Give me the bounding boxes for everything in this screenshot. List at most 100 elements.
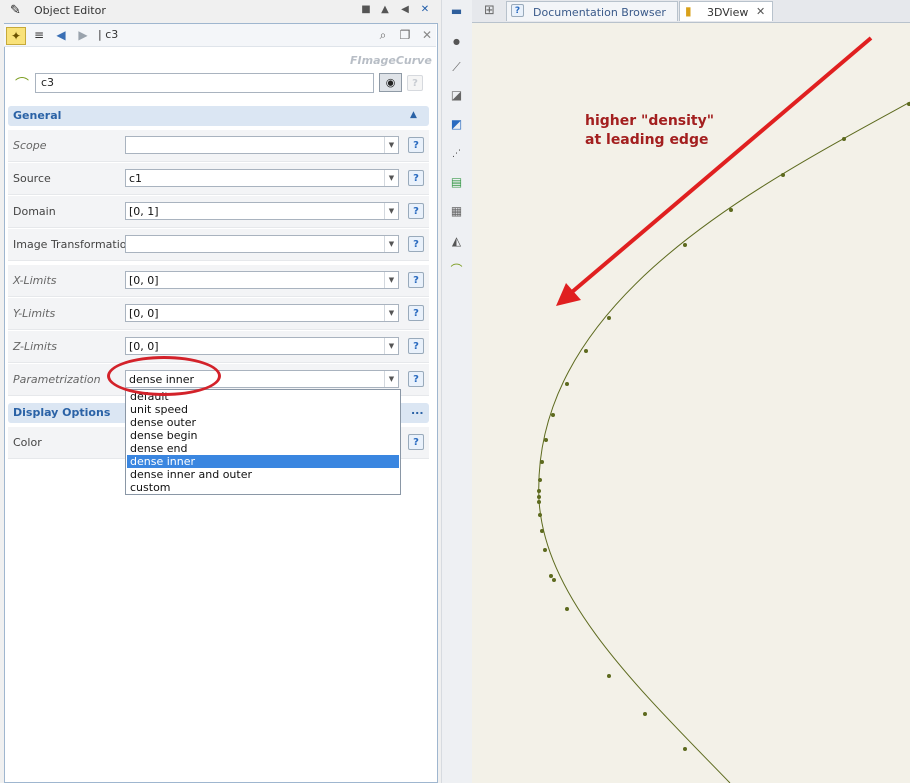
- section-display-options-label: Display Options: [13, 406, 111, 419]
- curve-point: [537, 489, 541, 493]
- chevron-down-icon[interactable]: ▼: [384, 371, 398, 387]
- chevron-down-icon[interactable]: ▼: [384, 305, 398, 321]
- property-row-y-limits: Y-Limits [0, 0] ▼ ?: [8, 298, 429, 330]
- curve-point: [540, 529, 544, 533]
- curve-point: [552, 578, 556, 582]
- help-icon: ?: [511, 4, 524, 17]
- chevron-down-icon[interactable]: ▼: [384, 272, 398, 288]
- section-general-label: General: [13, 109, 62, 122]
- folder-icon[interactable]: ▬: [448, 3, 465, 20]
- highlight-ellipse: [107, 356, 221, 396]
- chevron-down-icon[interactable]: ▼: [384, 170, 398, 186]
- image-curve-icon[interactable]: ⌒: [448, 262, 465, 279]
- help-button[interactable]: ?: [408, 305, 424, 321]
- help-button-name[interactable]: ?: [407, 75, 423, 91]
- curve-point: [544, 438, 548, 442]
- chevron-down-icon[interactable]: ▼: [384, 236, 398, 252]
- help-button[interactable]: ?: [408, 371, 424, 387]
- visibility-eye-icon[interactable]: ◉: [379, 73, 402, 92]
- curve-points: [537, 102, 910, 751]
- help-button[interactable]: ?: [408, 338, 424, 354]
- property-row-domain: Domain [0, 1] ▼ ?: [8, 196, 429, 228]
- dropdown-option[interactable]: custom: [127, 481, 399, 494]
- z-limits-select[interactable]: [0, 0] ▼: [125, 337, 399, 355]
- property-row-source: Source c1 ▼ ?: [8, 163, 429, 195]
- grid-icon[interactable]: ▤: [448, 174, 465, 191]
- layout-icon[interactable]: ⊞: [484, 3, 495, 18]
- annotation-text: higher "density" at leading edge: [585, 112, 714, 150]
- dropdown-option[interactable]: unit speed: [127, 403, 399, 416]
- close-icon[interactable]: ✕: [418, 27, 436, 43]
- back-arrow-icon[interactable]: ◀: [399, 4, 411, 16]
- tab-3dview[interactable]: ▮ 3DView ✕: [679, 1, 773, 21]
- image-icon[interactable]: ◩: [448, 116, 465, 133]
- property-row-z-limits: Z-Limits [0, 0] ▼ ?: [8, 331, 429, 363]
- dropdown-option[interactable]: dense begin: [127, 429, 399, 442]
- help-button[interactable]: ?: [408, 137, 424, 153]
- source-select[interactable]: c1 ▼: [125, 169, 399, 187]
- close-panel-icon[interactable]: ✕: [419, 4, 431, 16]
- 3d-viewport[interactable]: higher "density" at leading edge: [472, 23, 910, 783]
- property-row-x-limits: X-Limits [0, 0] ▼ ?: [8, 265, 429, 297]
- point-set-icon[interactable]: ⋰: [448, 146, 465, 163]
- editor-toolbar: ✦ ≡ ◀ ▶ | c3 ⌕ ❐ ✕: [4, 24, 436, 47]
- search-icon[interactable]: ⌕: [374, 27, 392, 43]
- annotation-arrow: [556, 36, 873, 306]
- close-tab-icon[interactable]: ✕: [756, 5, 765, 18]
- help-button[interactable]: ?: [408, 170, 424, 186]
- collapse-arrow-icon[interactable]: ▲: [410, 110, 417, 120]
- copy-icon[interactable]: ❐: [396, 27, 414, 43]
- previous-arrow-icon[interactable]: ◀: [52, 27, 70, 43]
- curve-point: [537, 500, 541, 504]
- curve-path: [538, 101, 910, 783]
- curve-point: [551, 413, 555, 417]
- section-general[interactable]: General ▲: [8, 106, 429, 126]
- object-name-input[interactable]: c3: [35, 73, 374, 93]
- domain-select[interactable]: [0, 1] ▼: [125, 202, 399, 220]
- stop-icon[interactable]: ■: [360, 4, 372, 16]
- curve-point: [683, 747, 687, 751]
- property-row-image-transformation: Image Transformation ▼ ?: [8, 229, 429, 261]
- image-transformation-select[interactable]: ▼: [125, 235, 399, 253]
- tab-documentation-browser[interactable]: ? Documentation Browser: [506, 1, 678, 21]
- curve-point: [683, 243, 687, 247]
- parameter-icon[interactable]: ◭: [448, 233, 465, 250]
- curve-point: [538, 478, 542, 482]
- curve-point: [584, 349, 588, 353]
- surface-icon[interactable]: ◪: [448, 87, 465, 104]
- chevron-down-icon[interactable]: ▼: [384, 203, 398, 219]
- curve-point: [538, 513, 542, 517]
- dropdown-option[interactable]: dense inner and outer: [127, 468, 399, 481]
- y-limits-select[interactable]: [0, 0] ▼: [125, 304, 399, 322]
- move-up-icon[interactable]: ▲: [379, 4, 391, 16]
- dropdown-option[interactable]: dense end: [127, 442, 399, 455]
- feature-icon[interactable]: ▦: [448, 203, 465, 220]
- x-limits-select[interactable]: [0, 0] ▼: [125, 271, 399, 289]
- curve-point: [565, 607, 569, 611]
- help-button[interactable]: ?: [408, 434, 424, 450]
- dropdown-option-selected[interactable]: dense inner: [127, 455, 399, 468]
- curve-tool-icon[interactable]: ⟋: [448, 59, 465, 76]
- curve-point: [537, 495, 541, 499]
- help-button[interactable]: ?: [408, 236, 424, 252]
- object-editor-title-bar: ✎ Object Editor ■ ▲ ◀ ✕: [0, 0, 440, 22]
- next-arrow-icon[interactable]: ▶: [74, 27, 92, 43]
- help-button[interactable]: ?: [408, 272, 424, 288]
- curve-point: [540, 460, 544, 464]
- object-type-label: FImageCurve: [350, 54, 432, 67]
- curve-icon: ⌒: [15, 77, 29, 93]
- chevron-down-icon[interactable]: ▼: [384, 338, 398, 354]
- scope-select[interactable]: ▼: [125, 136, 399, 154]
- parametrization-dropdown-list: default unit speed dense outer dense beg…: [125, 389, 401, 495]
- point-icon[interactable]: ●: [448, 33, 465, 50]
- more-options-button[interactable]: ...: [411, 404, 424, 417]
- annotation-line-1: higher "density": [585, 113, 715, 129]
- help-button[interactable]: ?: [408, 203, 424, 219]
- curve-point: [607, 674, 611, 678]
- curve-point: [842, 137, 846, 141]
- pin-icon[interactable]: ✦: [6, 27, 26, 45]
- curve-point: [543, 548, 547, 552]
- list-icon[interactable]: ≡: [30, 27, 48, 43]
- dropdown-option[interactable]: dense outer: [127, 416, 399, 429]
- chevron-down-icon[interactable]: ▼: [384, 137, 398, 153]
